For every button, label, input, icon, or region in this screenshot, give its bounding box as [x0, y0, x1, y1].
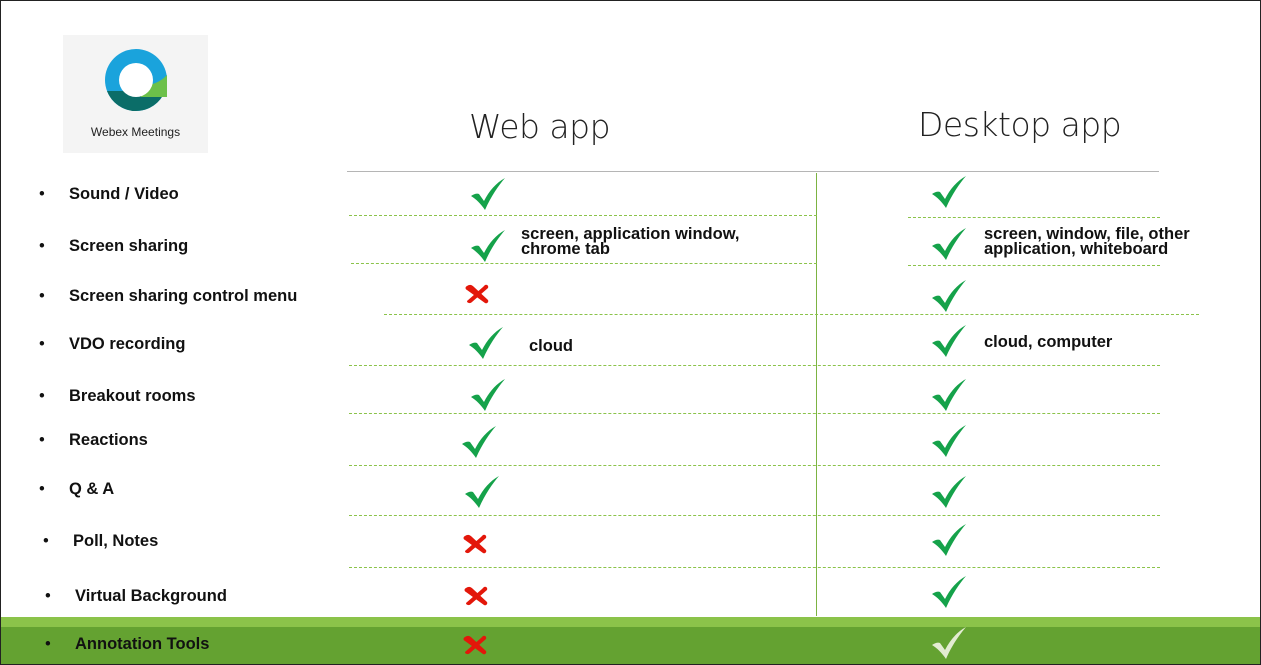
check-icon [930, 475, 968, 514]
feature-name: Poll, Notes [73, 532, 159, 550]
feature-label: • VDO recording [39, 335, 185, 354]
check-icon [469, 378, 507, 417]
check-icon [467, 326, 505, 365]
row-separator [349, 215, 817, 216]
check-icon [930, 424, 968, 463]
feature-label: • Annotation Tools [45, 635, 209, 654]
check-icon [463, 475, 501, 514]
feature-label: • Screen sharing control menu [39, 287, 297, 306]
bullet-icon: • [39, 335, 45, 353]
row-separator [384, 314, 1199, 315]
highlight-band-top [1, 617, 1260, 627]
row-separator [349, 465, 1160, 466]
feature-label: • Screen sharing [39, 237, 188, 256]
feature-label: • Reactions [39, 431, 148, 450]
heading-underline [347, 171, 1159, 172]
check-icon [930, 227, 968, 266]
check-icon [930, 279, 968, 318]
check-icon [930, 575, 968, 614]
cross-icon [464, 283, 490, 310]
bullet-icon: • [39, 185, 45, 203]
feature-label: • Breakout rooms [39, 387, 196, 406]
feature-label: • Poll, Notes [43, 532, 158, 551]
row-separator [349, 515, 1160, 516]
check-icon [930, 175, 968, 214]
feature-label: • Q & A [39, 480, 114, 499]
web-note: screen, application window, chrome tab [521, 226, 740, 258]
webex-logo-icon [105, 49, 167, 112]
check-icon [469, 229, 507, 268]
bullet-icon: • [43, 532, 49, 550]
feature-name: Sound / Video [69, 185, 179, 203]
feature-name: Annotation Tools [75, 635, 210, 653]
feature-name: Screen sharing control menu [69, 287, 298, 305]
row-separator [349, 567, 1160, 568]
note-line: chrome tab [521, 240, 610, 258]
feature-name: Breakout rooms [69, 387, 196, 405]
feature-label: • Sound / Video [39, 185, 179, 204]
cross-icon [462, 533, 488, 560]
web-note: cloud [529, 337, 573, 355]
bullet-icon: • [39, 287, 45, 305]
bullet-icon: • [39, 431, 45, 449]
note-line: cloud [529, 337, 573, 355]
desktop-note: cloud, computer [984, 333, 1113, 351]
check-icon [930, 324, 968, 363]
row-separator [908, 217, 1160, 218]
column-divider [816, 173, 817, 616]
bullet-icon: • [45, 587, 51, 605]
webex-logo: Webex Meetings [63, 35, 208, 153]
bullet-icon: • [39, 237, 45, 255]
feature-name: Screen sharing [69, 237, 189, 255]
check-icon [460, 425, 498, 464]
check-icon [930, 378, 968, 417]
bullet-icon: • [39, 387, 45, 405]
note-line: cloud, computer [984, 333, 1113, 351]
slide: Webex Meetings Web app Desktop app • Soun… [0, 0, 1261, 665]
feature-label: • Virtual Background [45, 587, 227, 606]
feature-name: Virtual Background [75, 587, 227, 605]
feature-name: Q & A [69, 480, 115, 498]
cross-icon [463, 585, 489, 612]
check-icon [469, 177, 507, 216]
row-separator [351, 263, 817, 264]
column-heading-desktop: Desktop app [918, 105, 1122, 144]
row-separator [349, 365, 1160, 366]
feature-name: VDO recording [69, 335, 186, 353]
bullet-icon: • [45, 635, 51, 653]
cross-icon [462, 634, 488, 661]
feature-name: Reactions [69, 431, 148, 449]
note-line: application, whiteboard [984, 240, 1169, 258]
column-heading-web: Web app [469, 107, 611, 146]
check-icon [930, 523, 968, 562]
bullet-icon: • [39, 480, 45, 498]
check-icon [930, 626, 968, 664]
logo-caption: Webex Meetings [90, 125, 181, 139]
desktop-note: screen, window, file, other application, … [984, 226, 1190, 258]
